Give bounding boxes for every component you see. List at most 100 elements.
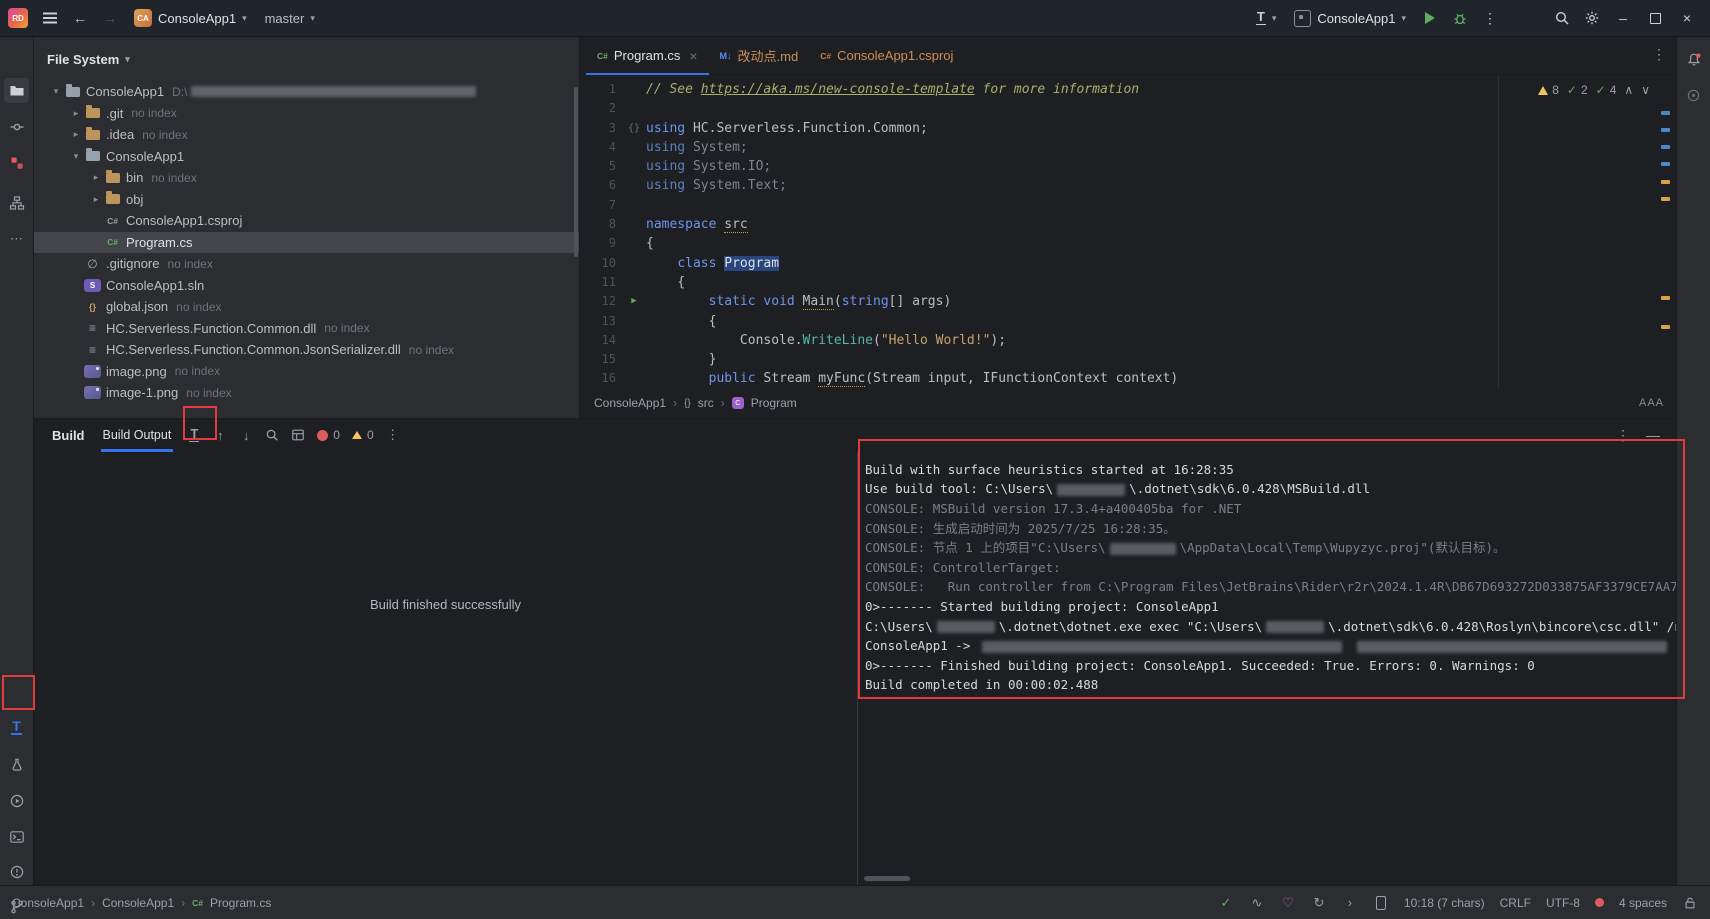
- heart-icon[interactable]: ♡: [1280, 895, 1296, 911]
- panel-options-icon[interactable]: ⋮: [1616, 427, 1630, 444]
- problems-icon[interactable]: [4, 859, 29, 884]
- tree-row[interactable]: ∅.gitignoreno index: [34, 253, 579, 275]
- up-arrow-icon[interactable]: ↑: [207, 423, 233, 447]
- search-output-icon[interactable]: [259, 423, 285, 447]
- stripe-mark[interactable]: [1661, 325, 1670, 329]
- tab-build-output[interactable]: Build Output: [101, 419, 174, 452]
- console-hscrollbar[interactable]: [864, 876, 910, 881]
- editor-tab[interactable]: C#Program.cs×: [586, 37, 709, 74]
- prev-problem-icon[interactable]: ∧: [1624, 81, 1633, 100]
- editor-tab-options-icon[interactable]: ⋮: [1652, 46, 1666, 63]
- close-button[interactable]: ×: [1672, 4, 1702, 32]
- branch-widget[interactable]: master ▾: [257, 8, 323, 29]
- analysis-ok-icon[interactable]: ✓: [1218, 895, 1234, 911]
- more-actions-button[interactable]: ⋮: [1476, 4, 1504, 32]
- file-system-header[interactable]: File System ▾: [34, 37, 579, 81]
- stripe-mark[interactable]: [1661, 128, 1670, 132]
- chevron-right-icon[interactable]: ›: [1342, 895, 1358, 910]
- grid-squares-icon[interactable]: [4, 150, 29, 175]
- ai-assistant-icon[interactable]: [1681, 83, 1706, 108]
- tree-row[interactable]: image-1.pngno index: [34, 382, 579, 404]
- maximize-button[interactable]: [1640, 4, 1670, 32]
- chevron-icon[interactable]: ▸: [68, 108, 84, 119]
- run-gutter-icon[interactable]: ▶: [622, 292, 646, 311]
- chevron-icon[interactable]: ▸: [88, 194, 104, 205]
- error-count-chip[interactable]: 0: [317, 428, 340, 442]
- breadcrumb-item[interactable]: ConsoleApp1: [594, 396, 666, 410]
- commit-icon[interactable]: [4, 114, 29, 139]
- profiler-icon[interactable]: ∿: [1249, 895, 1265, 911]
- stripe-mark[interactable]: [1661, 180, 1670, 184]
- tree-row[interactable]: SConsoleApp1.sln: [34, 275, 579, 297]
- version-control-icon[interactable]: [4, 894, 29, 919]
- chevron-icon[interactable]: ▸: [88, 172, 104, 183]
- unit-tests-icon[interactable]: [4, 752, 29, 777]
- chevron-icon[interactable]: ▸: [68, 129, 84, 140]
- encoding-widget[interactable]: UTF-8: [1546, 896, 1580, 910]
- breadcrumb-item[interactable]: src: [698, 396, 714, 410]
- debug-button[interactable]: [1446, 4, 1474, 32]
- down-arrow-icon[interactable]: ↓: [233, 423, 259, 447]
- line-separator-widget[interactable]: CRLF: [1500, 896, 1531, 910]
- tree-row[interactable]: ▸obj: [34, 189, 579, 211]
- structure-icon[interactable]: [4, 190, 29, 215]
- stripe-mark[interactable]: [1661, 145, 1670, 149]
- tree-row[interactable]: ≡HC.Serverless.Function.Common.JsonSeria…: [34, 339, 579, 361]
- main-menu-button[interactable]: [36, 4, 64, 32]
- tree-row[interactable]: image.pngno index: [34, 361, 579, 383]
- tree-row[interactable]: ▸binno index: [34, 167, 579, 189]
- inspections-widget[interactable]: 8 ✓2 ✓4 ∧ ∨: [1538, 81, 1650, 100]
- t-plugin-icon[interactable]: T: [4, 715, 29, 740]
- stripe-mark[interactable]: [1661, 162, 1670, 166]
- stripe-mark[interactable]: [1661, 197, 1670, 201]
- indent-widget[interactable]: 4 spaces: [1619, 896, 1667, 910]
- forward-button[interactable]: →: [96, 4, 124, 32]
- hide-panel-icon[interactable]: —: [1646, 427, 1660, 444]
- tree-row[interactable]: C#Program.cs: [34, 232, 579, 254]
- error-indicator-icon[interactable]: [1595, 898, 1604, 907]
- project-folder-icon[interactable]: [4, 78, 29, 103]
- settings-button[interactable]: [1578, 4, 1606, 32]
- chevron-icon[interactable]: ▾: [48, 86, 64, 97]
- run-config-widget[interactable]: ConsoleApp1 ▾: [1286, 7, 1414, 30]
- tree-row[interactable]: ▾ConsoleApp1: [34, 146, 579, 168]
- search-everywhere-button[interactable]: [1548, 4, 1576, 32]
- caret-position-widget[interactable]: 10:18 (7 chars): [1404, 896, 1485, 910]
- more-tool-windows-icon[interactable]: ⋯: [4, 226, 29, 251]
- project-widget[interactable]: CA ConsoleApp1 ▾: [126, 6, 255, 30]
- chevron-icon[interactable]: ▾: [68, 151, 84, 162]
- stripe-mark[interactable]: [1661, 296, 1670, 300]
- project-tree[interactable]: ▾ConsoleApp1D:\▸.gitno index▸.ideano ind…: [34, 81, 579, 418]
- editor-tab[interactable]: M↓改动点.md: [709, 37, 810, 74]
- close-tab-icon[interactable]: ×: [689, 48, 697, 64]
- status-crumb-file[interactable]: Program.cs: [210, 896, 271, 910]
- tree-row[interactable]: ▸.ideano index: [34, 124, 579, 146]
- build-console[interactable]: Build with surface heuristics started at…: [858, 452, 1676, 885]
- breadcrumb-item[interactable]: Program: [751, 396, 797, 410]
- code-editor[interactable]: 8 ✓2 ✓4 ∧ ∨ 1// S: [580, 75, 1676, 389]
- stripe-mark[interactable]: [1661, 111, 1670, 115]
- next-problem-icon[interactable]: ∨: [1641, 81, 1650, 100]
- services-icon[interactable]: [4, 788, 29, 813]
- status-crumb-project[interactable]: ConsoleApp1: [102, 896, 174, 910]
- t-plugin-widget[interactable]: T ▾: [1248, 8, 1284, 28]
- t-plugin-toolbar-icon[interactable]: T: [181, 423, 207, 447]
- minimize-button[interactable]: –: [1608, 4, 1638, 32]
- run-button[interactable]: [1416, 4, 1444, 32]
- tree-row[interactable]: ≡HC.Serverless.Function.Common.dllno ind…: [34, 318, 579, 340]
- back-button[interactable]: ←: [66, 4, 94, 32]
- tree-row[interactable]: {}global.jsonno index: [34, 296, 579, 318]
- soft-wrap-icon[interactable]: [285, 423, 311, 447]
- sync-icon[interactable]: ↻: [1311, 895, 1327, 911]
- tree-row[interactable]: ▸.gitno index: [34, 103, 579, 125]
- font-size-widget[interactable]: AAA: [1639, 397, 1664, 409]
- more-options-icon[interactable]: ⋮: [380, 423, 406, 447]
- terminal-icon[interactable]: [4, 824, 29, 849]
- tree-row[interactable]: ▾ConsoleApp1D:\: [34, 81, 579, 103]
- notifications-button[interactable]: [1681, 47, 1706, 72]
- editor-tab[interactable]: C#ConsoleApp1.csproj: [809, 37, 964, 74]
- lock-icon[interactable]: [1682, 896, 1698, 910]
- device-icon[interactable]: [1373, 896, 1389, 910]
- tree-row[interactable]: C#ConsoleApp1.csproj: [34, 210, 579, 232]
- warning-count-chip[interactable]: 0: [352, 428, 374, 442]
